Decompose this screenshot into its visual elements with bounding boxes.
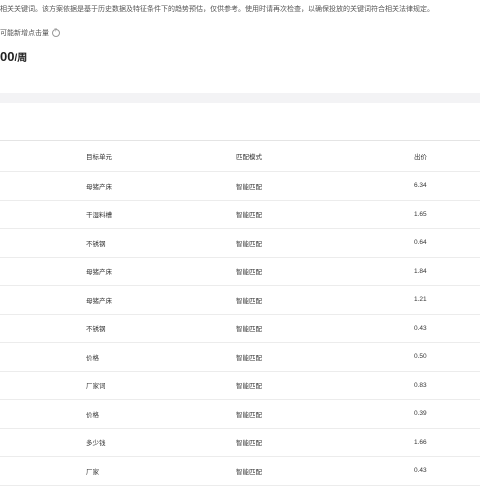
table-row: 母猪产床 智能匹配 1.84 <box>0 258 480 286</box>
target-unit-cell: 不锈钢 <box>86 240 106 248</box>
bid-cell: 0.83 <box>414 381 427 389</box>
table-row: 干湿料槽 智能匹配 1.65 <box>0 201 480 229</box>
bid-cell: 1.21 <box>414 296 427 304</box>
bid-cell: 0.50 <box>414 353 427 361</box>
target-unit-cell: 母猪产床 <box>86 297 112 305</box>
match-mode-cell: 智能匹配 <box>236 383 262 391</box>
table-row: 母猪产床 智能匹配 6.34 <box>0 172 480 201</box>
header-match-mode: 匹配模式 <box>236 154 262 161</box>
table-row: 多少钱 智能匹配 1.66 <box>0 429 480 457</box>
target-unit-cell: 价格 <box>86 354 99 362</box>
match-mode-cell: 智能匹配 <box>236 411 262 419</box>
bid-cell: 1.84 <box>414 267 427 275</box>
bid-cell: 0.43 <box>414 324 427 332</box>
table-header: 目标单元 匹配模式 出价 <box>0 140 480 172</box>
target-unit-cell: 母猪产床 <box>86 269 112 277</box>
match-mode-cell: 智能匹配 <box>236 468 262 476</box>
bid-cell: 0.39 <box>414 410 427 418</box>
target-unit-cell: 多少钱 <box>86 440 106 448</box>
notice-text: 相关关键词。该方案依据是基于历史数据及特征条件下的趋势预估，仅供参考。使用时请再… <box>0 6 434 13</box>
target-unit-cell: 厂家 <box>86 468 99 476</box>
table-row: 母猪产床 智能匹配 1.21 <box>0 286 480 315</box>
target-unit-cell: 干湿料槽 <box>86 212 112 220</box>
match-mode-cell: 智能匹配 <box>236 354 262 362</box>
metric-label-row: 可能新增点击量 <box>0 28 60 38</box>
help-icon[interactable] <box>52 28 60 37</box>
table-row: 厂家 智能匹配 0.43 <box>0 457 480 486</box>
target-unit-cell: 母猪产床 <box>86 183 112 191</box>
bid-cell: 0.43 <box>414 467 427 475</box>
table-row: 厂家词 智能匹配 0.83 <box>0 372 480 400</box>
bid-cell: 0.64 <box>414 239 427 247</box>
table-row: 不锈钢 智能匹配 0.64 <box>0 229 480 258</box>
metric-number: 00 <box>0 49 15 64</box>
match-mode-cell: 智能匹配 <box>236 269 262 277</box>
keyword-table: 目标单元 匹配模式 出价 母猪产床 智能匹配 6.34 干湿料槽 智能匹配 1.65 不锈钢… <box>0 140 480 486</box>
match-mode-cell: 智能匹配 <box>236 240 262 248</box>
table-row: 价格 智能匹配 0.39 <box>0 400 480 429</box>
match-mode-cell: 智能匹配 <box>236 440 262 448</box>
match-mode-cell: 智能匹配 <box>236 212 262 220</box>
header-target-unit: 目标单元 <box>86 154 112 161</box>
section-divider <box>0 93 480 103</box>
metric-label: 可能新增点击量 <box>0 30 49 37</box>
target-unit-cell: 不锈钢 <box>86 326 106 334</box>
bid-cell: 1.66 <box>414 438 427 446</box>
metric-value: 00/周 <box>0 49 27 64</box>
match-mode-cell: 智能匹配 <box>236 183 262 191</box>
target-unit-cell: 价格 <box>86 411 99 419</box>
table-row: 不锈钢 智能匹配 0.43 <box>0 315 480 343</box>
bid-cell: 6.34 <box>414 182 427 190</box>
header-bid: 出价 <box>414 154 427 161</box>
bid-cell: 1.65 <box>414 210 427 218</box>
metric-unit: /周 <box>14 53 28 64</box>
table-row: 价格 智能匹配 0.50 <box>0 343 480 372</box>
target-unit-cell: 厂家词 <box>86 383 106 391</box>
match-mode-cell: 智能匹配 <box>236 297 262 305</box>
match-mode-cell: 智能匹配 <box>236 326 262 334</box>
table-body: 母猪产床 智能匹配 6.34 干湿料槽 智能匹配 1.65 不锈钢 智能匹配 0.64 母猪产床智… <box>0 172 480 486</box>
